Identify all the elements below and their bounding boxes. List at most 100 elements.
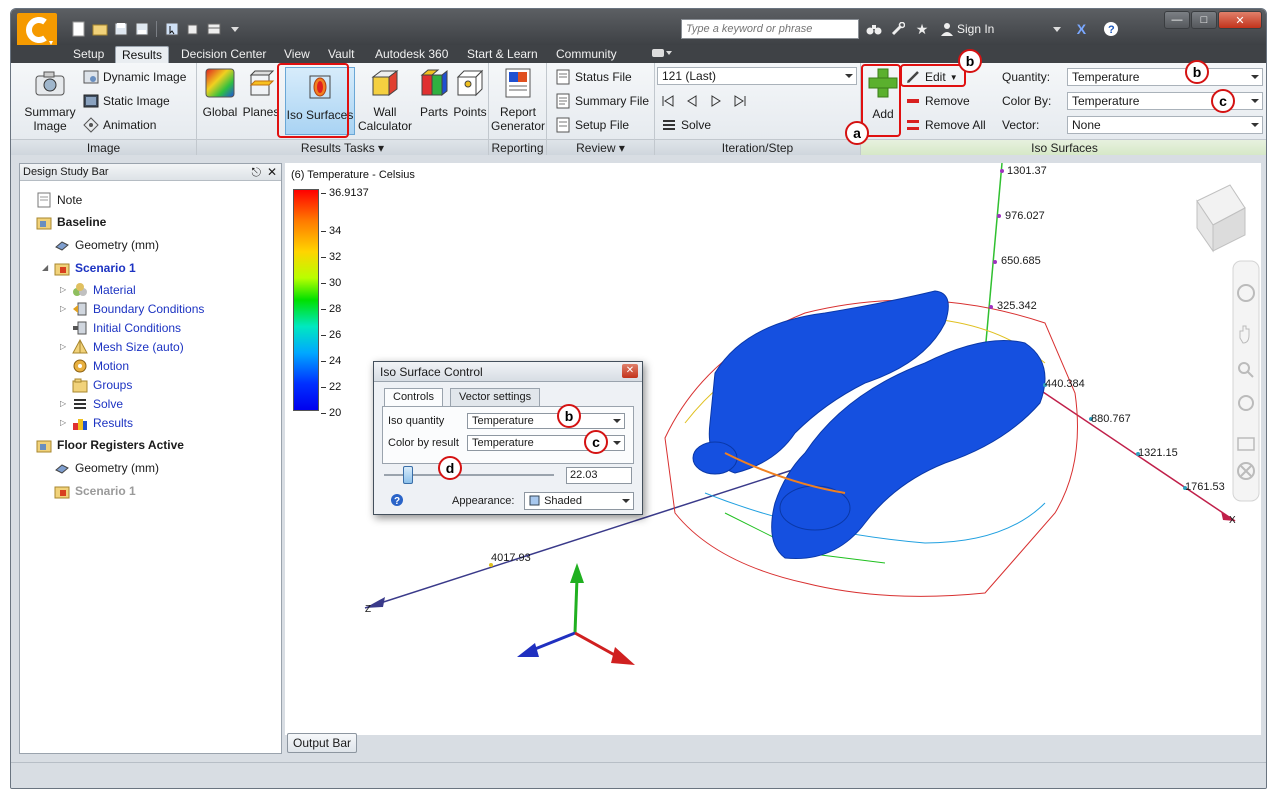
tab-setup[interactable]: Setup (67, 46, 110, 63)
layout-icon[interactable] (204, 20, 223, 38)
iso-value-input[interactable]: 22.03 (566, 467, 632, 484)
exchange-apps-icon[interactable]: X (1072, 20, 1090, 38)
view-cube-icon[interactable] (183, 20, 202, 38)
sign-in-link[interactable]: Sign In (941, 22, 994, 36)
report-generator-button[interactable]: Report Generator (489, 67, 547, 133)
panel-results-tasks-label[interactable]: Results Tasks ▾ (197, 139, 488, 155)
pin-icon[interactable]: ⎋ (251, 165, 261, 180)
minimize-button[interactable]: — (1164, 11, 1190, 29)
remove-iso-surface-button[interactable]: Remove (905, 92, 970, 110)
summary-file-button[interactable]: Summary File (555, 92, 649, 110)
remove-all-iso-surfaces-button[interactable]: Remove All (905, 116, 986, 134)
tab-community[interactable]: Community (550, 46, 623, 63)
quantity-select[interactable]: Temperature (1067, 68, 1263, 86)
save-icon[interactable] (111, 20, 130, 38)
tree-item-floor-registers-active[interactable]: Floor Registers Active (36, 435, 184, 454)
select-cursor-icon[interactable] (162, 20, 181, 38)
expand-arrow-icon[interactable]: ▷ (60, 342, 66, 351)
wrench-icon[interactable] (889, 20, 907, 38)
material-icon (73, 282, 87, 296)
points-button[interactable]: Points (453, 67, 487, 119)
iteration-step-select[interactable]: 121 (Last) (657, 67, 857, 85)
tree-item-baseline[interactable]: Baseline (36, 212, 106, 231)
tree-item-floor-geometry[interactable]: Geometry (mm) (54, 458, 159, 477)
tree-item-label: Geometry (mm) (75, 237, 159, 252)
tree-item-boundary-conditions[interactable]: ▷ Boundary Conditions (60, 299, 204, 318)
tab-decision-center[interactable]: Decision Center (175, 46, 272, 63)
help-search-input[interactable] (681, 19, 859, 39)
animation-button[interactable]: Animation (83, 116, 156, 134)
next-step-icon[interactable] (709, 94, 723, 108)
close-window-button[interactable]: ✕ (1218, 11, 1262, 29)
qat-dropdown-icon[interactable] (225, 20, 244, 38)
summary-image-label: Summary Image (24, 105, 76, 133)
parts-button[interactable]: Parts (417, 67, 451, 119)
tree-item-floor-scenario-1[interactable]: Scenario 1 (54, 481, 136, 500)
app-logo-icon[interactable] (17, 13, 57, 47)
help-icon[interactable]: ? (1102, 20, 1120, 38)
appearance-select[interactable]: Shaded (524, 492, 634, 510)
static-image-button[interactable]: Static Image (83, 92, 170, 110)
axis-label-y-2: 976.027 (1005, 210, 1045, 222)
report-generator-icon (505, 68, 531, 98)
iso-value-slider-thumb[interactable] (403, 466, 414, 484)
previous-step-icon[interactable] (685, 94, 699, 108)
planes-button[interactable]: Planes (241, 67, 281, 119)
triad-y-axis (573, 577, 579, 634)
expand-arrow-icon[interactable]: ▷ (60, 285, 66, 294)
output-bar-button[interactable]: Output Bar (287, 733, 357, 753)
tree-item-motion[interactable]: Motion (72, 356, 129, 375)
design-folder-icon (36, 440, 52, 452)
tree-item-groups[interactable]: Groups (72, 375, 132, 394)
tree-item-note[interactable]: Note (36, 190, 82, 209)
binoculars-icon[interactable] (865, 20, 883, 38)
expand-arrow-icon[interactable]: ▷ (60, 304, 66, 313)
dialog-close-button[interactable]: ✕ (622, 364, 638, 378)
close-panel-icon[interactable]: ✕ (267, 165, 277, 180)
ribbon-display-toggle[interactable] (645, 46, 679, 63)
tree-item-scenario-1[interactable]: ◢ Scenario 1 (42, 258, 136, 277)
tree-item-results[interactable]: ▷ Results (60, 413, 133, 432)
vector-select[interactable]: None (1067, 116, 1263, 134)
dialog-title-bar[interactable]: Iso Surface Control ✕ (374, 362, 642, 382)
tree-item-baseline-geometry[interactable]: Geometry (mm) (54, 235, 159, 254)
setup-file-button[interactable]: Setup File (555, 116, 629, 134)
note-icon (37, 192, 51, 207)
tree-item-mesh-size[interactable]: ▷ Mesh Size (auto) (60, 337, 184, 356)
tree-item-initial-conditions[interactable]: Initial Conditions (72, 318, 181, 337)
save-all-icon[interactable] (132, 20, 151, 38)
maximize-button[interactable]: □ (1191, 11, 1217, 29)
iso-quantity-select[interactable]: Temperature (467, 413, 625, 429)
user-icon (941, 23, 953, 36)
axis-label-y-4: 325.342 (997, 300, 1037, 312)
tree-item-solve[interactable]: ▷ Solve (60, 394, 123, 413)
last-step-icon[interactable] (733, 94, 747, 108)
expand-arrow-icon[interactable]: ▷ (60, 418, 66, 427)
solve-button[interactable]: Solve (661, 116, 711, 134)
tab-results[interactable]: Results (115, 46, 170, 63)
sign-in-dropdown-icon[interactable] (1048, 20, 1066, 38)
expand-arrow-icon[interactable]: ▷ (60, 399, 66, 408)
quantity-value: Temperature (1072, 70, 1140, 84)
animation-label: Animation (103, 118, 157, 132)
tree-item-material[interactable]: ▷ Material (60, 280, 136, 299)
dynamic-image-button[interactable]: Dynamic Image (83, 68, 186, 86)
tab-vault[interactable]: Vault (322, 46, 360, 63)
summary-image-button[interactable]: Summary Image (17, 67, 83, 133)
open-folder-icon[interactable] (90, 20, 109, 38)
tab-controls[interactable]: Controls (384, 388, 443, 407)
star-icon[interactable]: ★ (913, 20, 931, 38)
global-button[interactable]: Global (201, 67, 239, 119)
panel-review-label[interactable]: Review ▾ (547, 139, 654, 155)
tab-start-learn[interactable]: Start & Learn (461, 46, 544, 63)
status-file-button[interactable]: Status File (555, 68, 632, 86)
tab-view[interactable]: View (278, 46, 316, 63)
tab-autodesk-360[interactable]: Autodesk 360 (369, 46, 454, 63)
collapse-arrow-icon[interactable]: ◢ (42, 263, 48, 272)
help-icon[interactable]: ? (390, 493, 404, 507)
tab-vector-settings[interactable]: Vector settings (450, 388, 541, 407)
wall-calculator-button[interactable]: Wall Calculator (355, 67, 415, 133)
new-file-icon[interactable] (69, 20, 88, 38)
chevron-down-icon (1251, 99, 1259, 103)
first-step-icon[interactable] (661, 94, 675, 108)
